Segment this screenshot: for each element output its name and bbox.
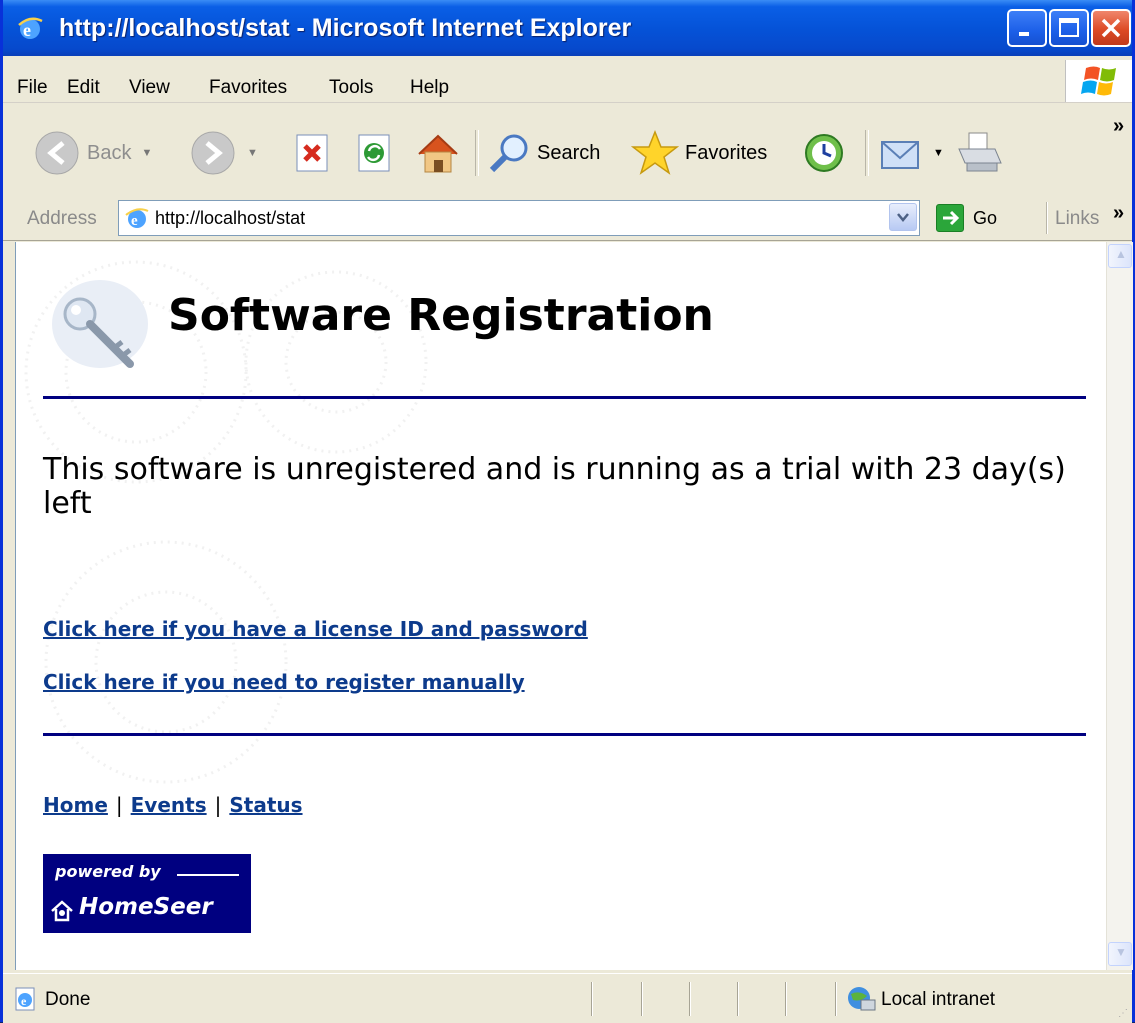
close-icon <box>1101 18 1121 38</box>
forward-arrow-icon <box>191 131 235 175</box>
forward-dropdown-icon[interactable]: ▼ <box>247 147 258 159</box>
powered-by-text: powered by <box>55 862 161 881</box>
scroll-down-button[interactable]: ▼ <box>1108 942 1132 966</box>
toolbar-separator <box>475 130 479 176</box>
links-overflow-icon[interactable]: » <box>1113 202 1124 225</box>
search-icon <box>489 134 528 173</box>
links-separator <box>1046 202 1048 234</box>
title-bar[interactable]: e http://localhost/stat - Microsoft Inte… <box>3 0 1132 56</box>
logo-rule <box>177 874 239 876</box>
address-bar: Address e http://localhost/stat Go Links… <box>3 197 1132 241</box>
status-divider <box>591 982 593 1016</box>
minimize-icon <box>1019 32 1029 36</box>
windows-logo <box>1065 60 1132 102</box>
page-status-icon: e <box>15 987 35 1011</box>
menu-favorites[interactable]: Favorites <box>209 77 287 99</box>
homeseer-logo[interactable]: powered by HomeSeer <box>43 854 251 933</box>
back-button[interactable]: Back ▼ <box>33 127 152 179</box>
footer-nav: Home | Events | Status <box>43 793 303 817</box>
chevron-down-icon: ▼ <box>1115 945 1127 959</box>
windows-flag-icon <box>1081 66 1116 96</box>
standard-toolbar: Back ▼ ▼ Search Favorites ▼ » <box>3 103 1132 199</box>
page-title: Software Registration <box>168 290 714 341</box>
favorites-button[interactable]: Favorites <box>631 127 767 179</box>
resize-grip-icon[interactable]: ⋰ <box>1118 1008 1128 1019</box>
status-divider <box>785 982 787 1016</box>
vertical-scrollbar[interactable]: ▲ ▼ <box>1106 242 1133 970</box>
chevron-down-icon <box>897 213 909 222</box>
go-arrow-icon[interactable] <box>936 204 964 232</box>
divider <box>43 733 1086 736</box>
maximize-button[interactable] <box>1049 9 1089 47</box>
svg-text:e: e <box>21 994 27 1008</box>
print-button[interactable] <box>955 127 1003 179</box>
close-button[interactable] <box>1091 9 1131 47</box>
registration-status: This software is unregistered and is run… <box>43 452 1066 521</box>
toolbar-overflow-icon[interactable]: » <box>1113 115 1124 138</box>
menu-bar: File Edit View Favorites Tools Help <box>3 56 1132 103</box>
stop-button[interactable] <box>293 127 333 179</box>
refresh-button[interactable] <box>355 127 395 179</box>
home-icon <box>418 134 458 173</box>
minimize-button[interactable] <box>1007 9 1047 47</box>
page-ie-icon: e <box>125 208 149 229</box>
refresh-icon <box>358 134 390 172</box>
home-button[interactable] <box>415 127 461 179</box>
printer-icon <box>958 132 1002 172</box>
stop-icon <box>296 134 328 172</box>
menu-view[interactable]: View <box>129 77 170 99</box>
mail-dropdown-icon[interactable]: ▼ <box>933 147 944 159</box>
homeseer-brand-text: HomeSeer <box>79 894 213 920</box>
svg-text:e: e <box>131 213 138 229</box>
back-arrow-icon <box>35 131 79 175</box>
svg-text:e: e <box>23 20 31 40</box>
status-divider <box>835 982 837 1016</box>
address-url: http://localhost/stat <box>155 208 306 228</box>
nav-separator: | <box>115 793 123 817</box>
maximize-icon <box>1059 18 1079 37</box>
history-icon <box>805 134 843 172</box>
go-button[interactable]: Go <box>973 208 997 229</box>
address-label: Address <box>27 208 97 229</box>
status-divider <box>737 982 739 1016</box>
status-divider <box>641 982 643 1016</box>
forward-button[interactable]: ▼ <box>189 127 258 179</box>
star-icon <box>631 129 679 175</box>
back-dropdown-icon[interactable]: ▼ <box>141 147 152 159</box>
nav-separator: | <box>214 793 222 817</box>
search-button[interactable]: Search <box>487 127 600 179</box>
window-title: http://localhost/stat - Microsoft Intern… <box>59 14 632 42</box>
history-button[interactable] <box>801 127 847 179</box>
scroll-up-button[interactable]: ▲ <box>1108 244 1132 268</box>
links-button[interactable]: Links <box>1055 208 1099 230</box>
nav-events-link[interactable]: Events <box>131 793 207 817</box>
toolbar-separator <box>865 130 869 176</box>
status-text: Done <box>45 989 91 1010</box>
nav-status-link[interactable]: Status <box>229 793 302 817</box>
divider <box>43 396 1086 399</box>
address-dropdown-button[interactable] <box>889 203 917 231</box>
menu-edit[interactable]: Edit <box>67 77 100 99</box>
menu-help[interactable]: Help <box>410 77 449 99</box>
manual-register-link[interactable]: Click here if you need to register manua… <box>43 670 525 694</box>
house-icon <box>51 900 73 922</box>
menu-tools[interactable]: Tools <box>329 77 373 99</box>
key-icon <box>52 280 148 368</box>
status-bar: e Done Local intranet ⋰ <box>3 973 1132 1023</box>
mail-button[interactable]: ▼ <box>877 127 944 179</box>
mail-icon <box>881 141 919 169</box>
nav-home-link[interactable]: Home <box>43 793 108 817</box>
menu-file[interactable]: File <box>17 77 48 99</box>
intranet-globe-icon <box>848 987 876 1011</box>
status-divider <box>689 982 691 1016</box>
ie-window: e http://localhost/stat - Microsoft Inte… <box>0 0 1135 1023</box>
ie-logo-icon: e <box>18 17 43 40</box>
security-zone: Local intranet <box>881 989 996 1010</box>
page-content: Software Registration This software is u… <box>15 242 1107 970</box>
address-input[interactable]: e http://localhost/stat <box>118 200 920 236</box>
chevron-up-icon: ▲ <box>1115 247 1127 261</box>
license-login-link[interactable]: Click here if you have a license ID and … <box>43 617 588 641</box>
